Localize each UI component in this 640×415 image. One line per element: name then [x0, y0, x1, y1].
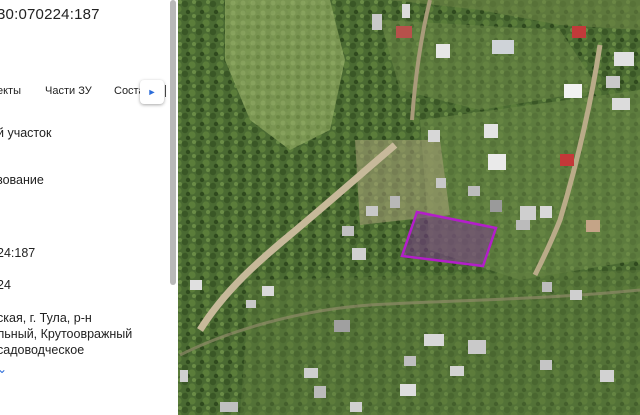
- chevron-right-icon: ►: [147, 87, 157, 97]
- cadastral-number-title: 30:070224:187: [0, 6, 100, 23]
- chevron-down-icon: ⌄: [0, 362, 8, 376]
- expand-address-button[interactable]: ⌄: [0, 362, 7, 376]
- quarter-value: 24: [0, 278, 11, 292]
- info-panel: 30:070224:187 екты Части ЗУ Соста ► й уч…: [0, 0, 178, 415]
- address-line: садоводческое: [0, 343, 85, 357]
- panel-tabs: екты Части ЗУ Соста ►: [0, 80, 178, 106]
- tabs-scroll-button[interactable]: ►: [140, 80, 164, 104]
- tab-composition[interactable]: Соста: [114, 85, 140, 97]
- cadastral-number-value: 24:187: [0, 246, 36, 260]
- usage-value: зование: [0, 173, 44, 187]
- address-line: льный, Крутоовражный: [0, 327, 133, 341]
- panel-scrollbar[interactable]: [170, 0, 176, 285]
- address-value: ская, г. Тула, р-н льный, Крутоовражный …: [0, 310, 132, 358]
- tab-objects[interactable]: екты: [0, 85, 21, 97]
- address-line: ская, г. Тула, р-н: [0, 311, 92, 325]
- tab-parts[interactable]: Части ЗУ: [45, 85, 92, 97]
- object-type-value: й участок: [0, 126, 52, 140]
